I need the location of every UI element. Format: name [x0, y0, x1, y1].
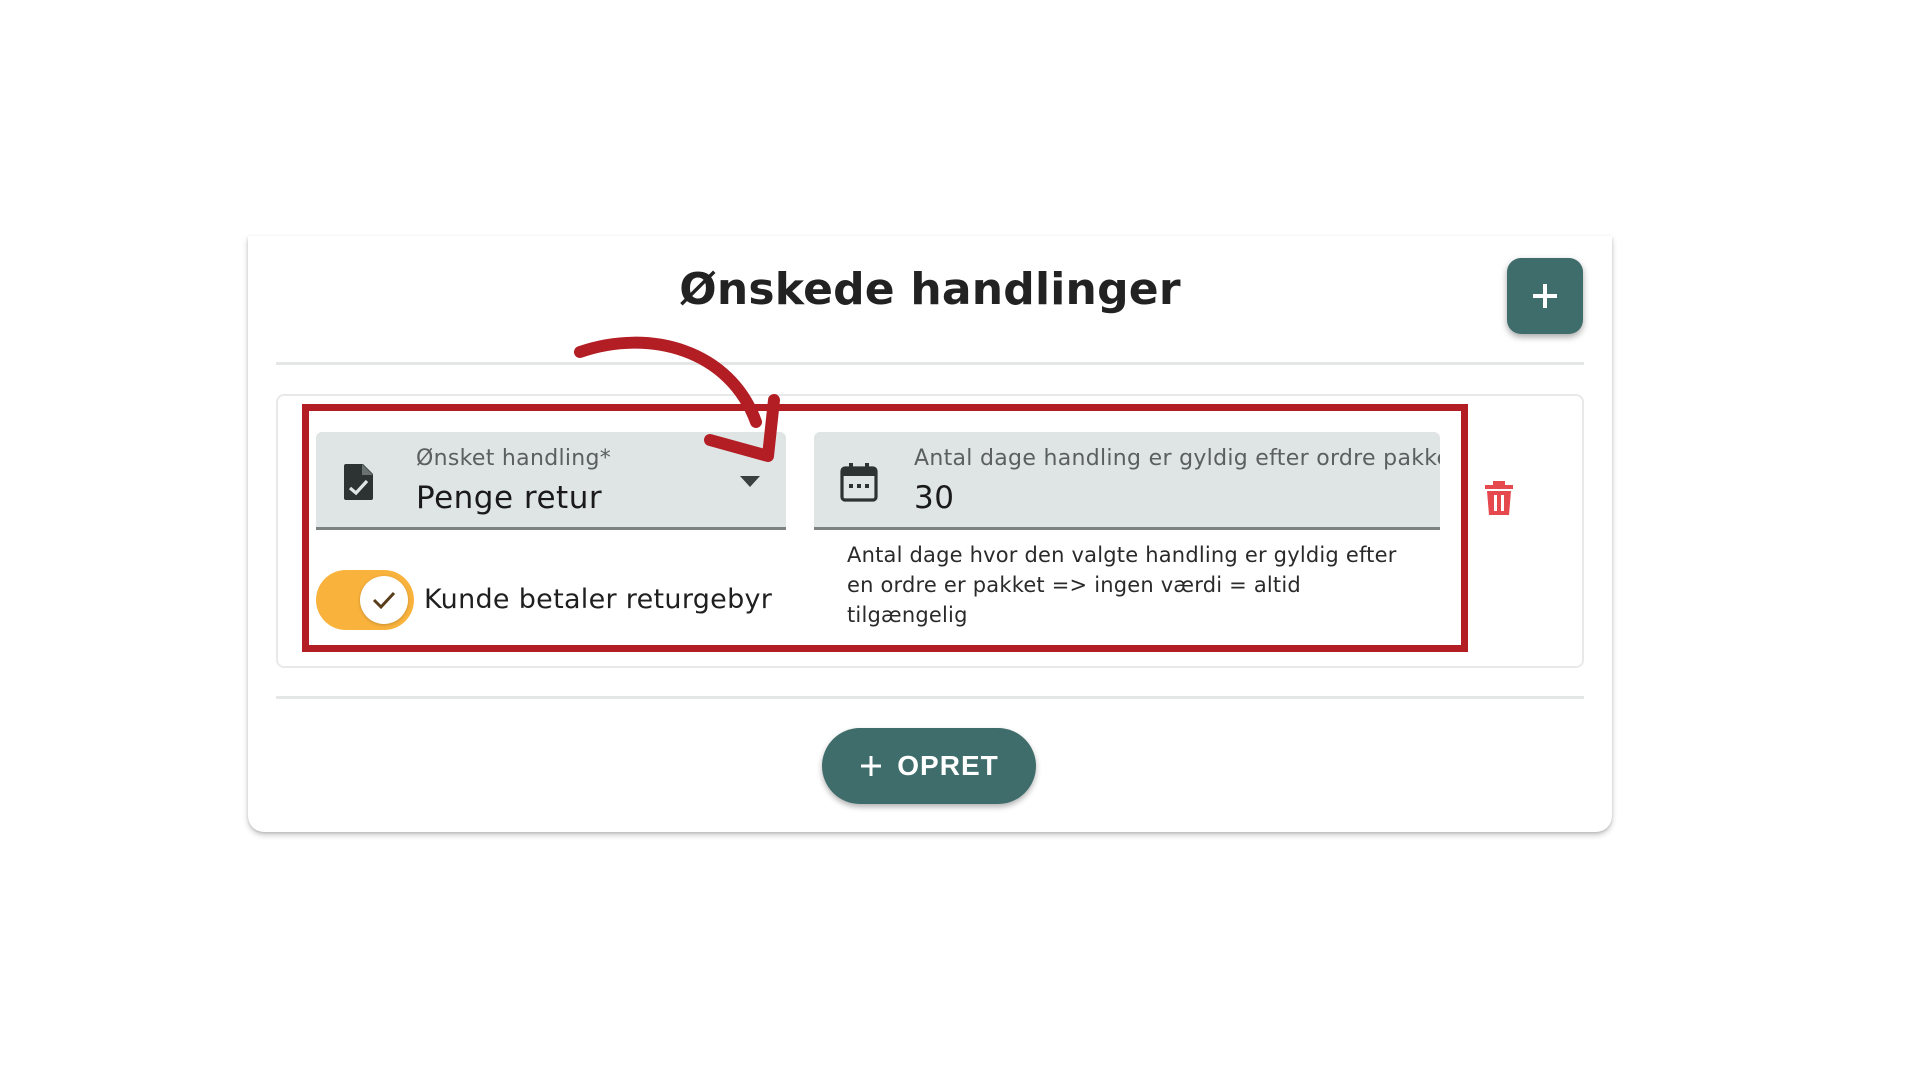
- trash-icon: [1485, 481, 1513, 515]
- card-title: Ønskede handlinger: [679, 264, 1181, 315]
- toggle-knob: [360, 576, 408, 624]
- caret-down-icon[interactable]: [740, 476, 760, 488]
- plus-icon: [1533, 284, 1557, 308]
- return-fee-toggle[interactable]: [316, 570, 414, 630]
- create-button-label: OPRET: [897, 750, 999, 781]
- add-action-button[interactable]: [1507, 258, 1583, 334]
- delete-action-button[interactable]: [1484, 480, 1514, 521]
- calendar-icon: [840, 463, 878, 502]
- valid-days-label: Antal dage handling er gyldig efter ordr…: [914, 446, 1440, 471]
- footer-divider: [276, 696, 1584, 699]
- valid-days-field[interactable]: Antal dage handling er gyldig efter ordr…: [814, 432, 1440, 530]
- valid-days-hint: Antal dage hvor den valgte handling er g…: [847, 543, 1397, 627]
- return-fee-toggle-label: Kunde betaler returgebyr: [424, 584, 773, 615]
- check-icon: [372, 591, 396, 610]
- document-check-icon: [344, 464, 373, 500]
- header-divider: [276, 362, 1584, 365]
- plus-icon: [861, 756, 882, 776]
- action-select-value: Penge retur: [416, 480, 603, 516]
- valid-days-value: 30: [914, 480, 955, 516]
- create-button[interactable]: OPRET: [822, 728, 1036, 804]
- action-select[interactable]: Ønsket handling* Penge retur: [316, 432, 786, 530]
- action-select-label: Ønsket handling*: [416, 446, 612, 471]
